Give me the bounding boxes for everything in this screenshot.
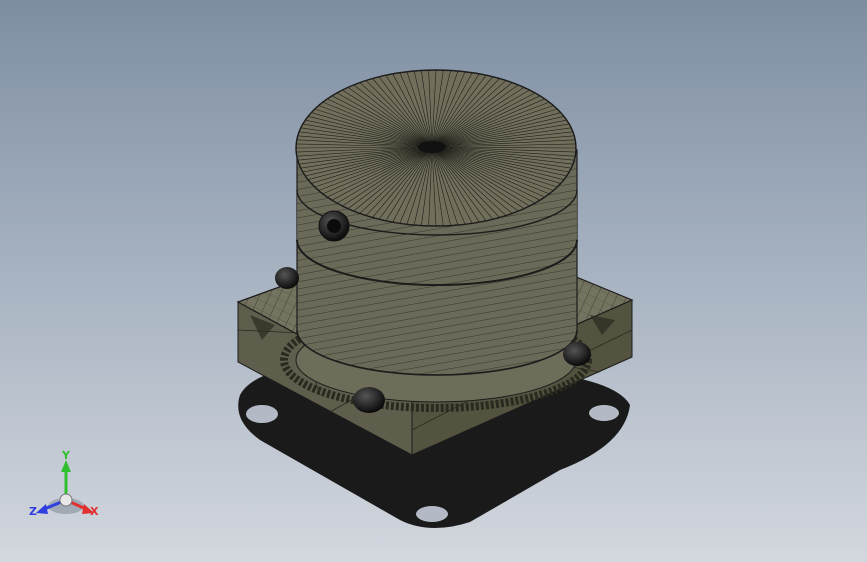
cap-center-hub: [418, 141, 446, 153]
triad-x-label: X: [90, 505, 99, 518]
graphics-viewport[interactable]: Y X Z: [0, 0, 867, 562]
bolt-head-front: [353, 387, 385, 413]
triad-z-label: Z: [29, 505, 37, 518]
cap-top-face: [295, 69, 577, 227]
bolt-head-left: [275, 267, 299, 289]
mesh-model-view[interactable]: [0, 0, 867, 562]
set-screw: [318, 210, 350, 242]
orientation-triad[interactable]: Y X Z: [26, 448, 106, 528]
bolt-head-right: [563, 342, 591, 366]
triad-y-label: Y: [62, 449, 70, 462]
